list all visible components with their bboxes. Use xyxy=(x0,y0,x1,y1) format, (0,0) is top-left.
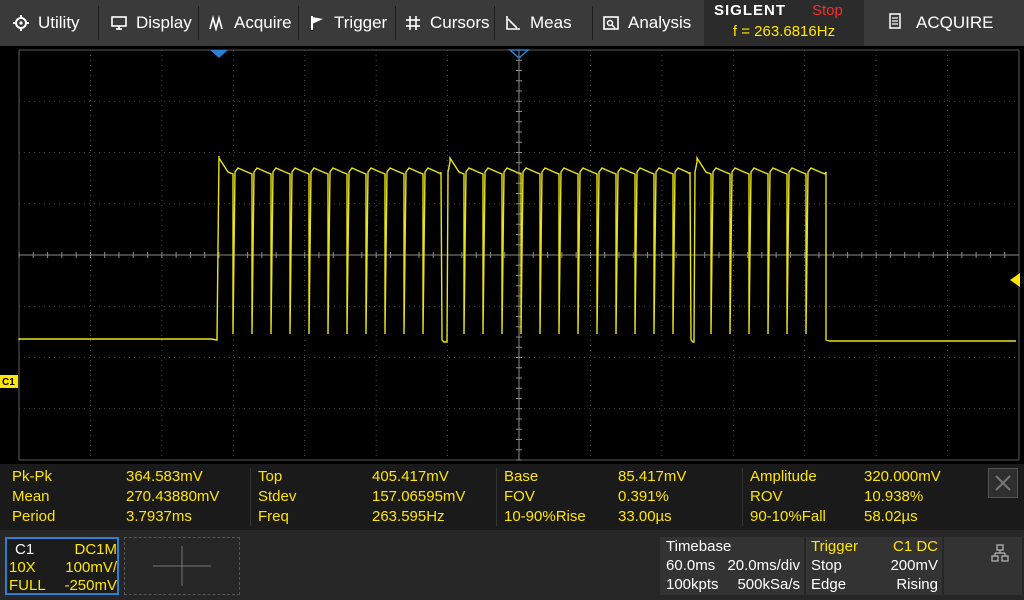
measurement-value: 3.7937ms xyxy=(126,508,192,525)
menu-meas-label: Meas xyxy=(530,13,572,32)
timebase-sample-rate: 500kSa/s xyxy=(737,576,800,593)
menu-utility-label: Utility xyxy=(38,13,80,32)
run-state[interactable]: Stop xyxy=(812,2,843,19)
measure-icon xyxy=(504,14,522,32)
measurement-value: 157.06595mV xyxy=(372,488,466,505)
add-channel-slot[interactable] xyxy=(124,537,240,595)
menu-meas[interactable]: Meas xyxy=(504,0,572,46)
measurement-value: 320.000mV xyxy=(864,468,941,485)
document-icon xyxy=(888,12,902,34)
trigger-level: 200mV xyxy=(890,557,938,574)
menu-display[interactable]: Display xyxy=(110,0,192,46)
trigger-status: Stop xyxy=(811,557,842,574)
close-icon xyxy=(995,475,1011,491)
acquire-button[interactable]: ACQUIRE xyxy=(876,0,1024,46)
measurement-value: 33.00µs xyxy=(618,508,672,525)
trigger-title: Trigger xyxy=(811,538,858,555)
measurement-label: FOV xyxy=(504,488,535,505)
trigger-level-marker[interactable] xyxy=(1010,273,1020,287)
channel1-trace xyxy=(18,155,1016,343)
status-bar: C1 DC1M 10X 100mV/ FULL -250mV Timebase … xyxy=(0,530,1024,600)
acquire-button-label: ACQUIRE xyxy=(916,13,994,32)
brand-logo: SIGLENT xyxy=(714,2,787,19)
menu-cursors-label: Cursors xyxy=(430,13,490,32)
frequency-readout: f = 263.6816Hz xyxy=(732,23,836,40)
menu-display-label: Display xyxy=(136,13,192,32)
measurement-label: Mean xyxy=(12,488,50,505)
trigger-slope: Rising xyxy=(896,576,938,593)
flag-icon xyxy=(308,14,326,32)
measurement-label: Top xyxy=(258,468,283,485)
channel1-scale: 100mV/ xyxy=(65,559,117,576)
gear-icon xyxy=(12,14,30,32)
menu-analysis[interactable]: Analysis xyxy=(602,0,691,46)
timebase-memory: 100kpts xyxy=(666,576,719,593)
measurement-label: Freq xyxy=(258,508,289,525)
monitor-icon xyxy=(110,14,128,32)
measurement-value: 0.391% xyxy=(618,488,669,505)
timebase-delay: 60.0ms xyxy=(666,557,716,574)
close-measurements-button[interactable] xyxy=(988,468,1018,498)
measurement-value: 263.595Hz xyxy=(372,508,445,525)
measurement-value: 58.02µs xyxy=(864,508,918,525)
measurement-label: Period xyxy=(12,508,56,525)
channel1-marker-label: C1 xyxy=(2,377,15,388)
trigger-type: Edge xyxy=(811,576,847,593)
channel1-bandwidth: FULL xyxy=(9,577,46,594)
measurement-label: Stdev xyxy=(258,488,297,505)
channel1-offset: -250mV xyxy=(64,577,117,594)
measurement-label: 90-10%Fall xyxy=(750,508,826,525)
menu-bar: Utility Display Acquire Trigger Cursors … xyxy=(0,0,1024,46)
channel1-name: C1 xyxy=(15,541,35,558)
measurement-label: 10-90%Rise xyxy=(504,508,586,525)
menu-cursors[interactable]: Cursors xyxy=(404,0,490,46)
trigger-position-marker[interactable] xyxy=(210,50,228,58)
measurement-panel: Pk-Pk 364.583mV Top 405.417mV Base 85.417mV Am… xyxy=(0,464,1024,530)
channel1-probe: 10X xyxy=(9,559,36,576)
menu-analysis-label: Analysis xyxy=(628,13,692,32)
channel1-coupling: DC1M xyxy=(74,541,117,558)
measurement-label: ROV xyxy=(750,488,783,505)
trigger-panel[interactable]: Trigger C1 DC Stop 200mV Edge Rising xyxy=(806,537,942,595)
measurement-label: Amplitude xyxy=(750,468,817,485)
network-button[interactable] xyxy=(944,537,1022,595)
measurement-label: Base xyxy=(504,468,539,485)
measurement-value: 85.417mV xyxy=(618,468,687,485)
acquire-icon xyxy=(208,14,226,32)
analysis-icon xyxy=(602,14,620,32)
network-icon xyxy=(991,544,1009,562)
measurement-value: 405.417mV xyxy=(372,468,449,485)
cursors-icon xyxy=(404,14,422,32)
timebase-panel[interactable]: Timebase 60.0ms 20.0ms/div 100kpts 500kS… xyxy=(660,537,804,595)
menu-utility[interactable]: Utility xyxy=(12,0,80,46)
waveform-grid: C1 xyxy=(0,49,1020,461)
measurement-value: 10.938% xyxy=(864,488,924,505)
menu-acquire[interactable]: Acquire xyxy=(208,0,292,46)
trigger-source: C1 DC xyxy=(892,538,938,555)
measurement-value: 270.43880mV xyxy=(126,488,220,505)
timebase-scale: 20.0ms/div xyxy=(727,557,800,574)
measurement-value: 364.583mV xyxy=(126,468,203,485)
brand-status: SIGLENT Stop f = 263.6816Hz xyxy=(704,0,864,46)
waveform-display[interactable]: C1 xyxy=(0,46,1024,464)
plus-icon xyxy=(153,546,211,586)
menu-trigger-label: Trigger xyxy=(334,13,388,32)
measurement-label: Pk-Pk xyxy=(12,468,53,485)
menu-trigger[interactable]: Trigger xyxy=(308,0,387,46)
timebase-title: Timebase xyxy=(666,538,732,555)
menu-acquire-label: Acquire xyxy=(234,13,292,32)
channel1-settings[interactable]: C1 DC1M 10X 100mV/ FULL -250mV xyxy=(5,537,119,595)
